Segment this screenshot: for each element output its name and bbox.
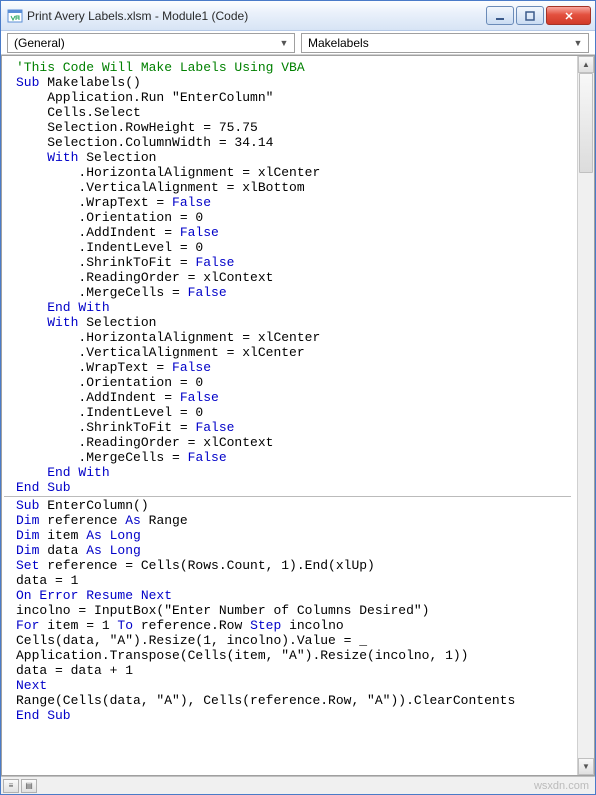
code-text: data = 1 xyxy=(16,573,78,588)
code-kw: False xyxy=(180,225,219,240)
full-module-view-button[interactable]: ▤ xyxy=(21,779,37,793)
code-text: Application.Transpose(Cells(item, "A").R… xyxy=(16,648,468,663)
code-kw: False xyxy=(172,195,211,210)
code-kw: For xyxy=(16,618,39,633)
close-button[interactable] xyxy=(546,6,591,25)
code-text: .WrapText = xyxy=(16,360,172,375)
scope-dropdown[interactable]: (General) ▼ xyxy=(7,33,295,53)
vba-module-icon xyxy=(7,8,23,24)
chevron-down-icon: ▼ xyxy=(276,35,292,51)
view-toggle-bar: ≡ ▤ xyxy=(1,776,595,794)
code-text: .ReadingOrder = xlContext xyxy=(16,270,273,285)
code-kw: Sub xyxy=(16,75,39,90)
minimize-button[interactable] xyxy=(486,6,514,25)
code-text: .AddIndent = xyxy=(16,390,180,405)
code-text: data = data + 1 xyxy=(16,663,133,678)
code-text: .HorizontalAlignment = xlCenter xyxy=(16,330,320,345)
code-text: reference = Cells(Rows.Count, 1).End(xlU… xyxy=(39,558,374,573)
code-kw: As Long xyxy=(86,543,141,558)
code-text: reference xyxy=(39,513,125,528)
scroll-up-button[interactable]: ▲ xyxy=(578,56,594,73)
code-text: item = 1 xyxy=(39,618,117,633)
code-text: .Orientation = 0 xyxy=(16,210,203,225)
code-kw: As Long xyxy=(86,528,141,543)
code-kw: Set xyxy=(16,558,39,573)
procedure-dropdown[interactable]: Makelabels ▼ xyxy=(301,33,589,53)
vertical-scrollbar[interactable]: ▲ ▼ xyxy=(577,56,594,775)
scope-dropdown-value: (General) xyxy=(14,36,65,50)
code-editor[interactable]: 'This Code Will Make Labels Using VBA Su… xyxy=(2,56,577,775)
code-text: .WrapText = xyxy=(16,195,172,210)
window-controls xyxy=(486,6,591,25)
code-kw: False xyxy=(172,360,211,375)
code-kw: Next xyxy=(16,678,47,693)
procedure-dropdown-value: Makelabels xyxy=(308,36,369,50)
chevron-down-icon: ▼ xyxy=(570,35,586,51)
code-text: .IndentLevel = 0 xyxy=(16,405,203,420)
code-kw: False xyxy=(195,255,234,270)
code-kw: False xyxy=(188,285,227,300)
code-text: .ReadingOrder = xlContext xyxy=(16,435,273,450)
code-text: Cells(data, "A").Resize(1, incolno).Valu… xyxy=(16,633,367,648)
code-kw: With xyxy=(16,150,78,165)
code-kw: False xyxy=(188,450,227,465)
code-kw: Dim xyxy=(16,543,39,558)
code-text: incolno xyxy=(281,618,343,633)
code-kw: Sub xyxy=(16,498,39,513)
code-text: .HorizontalAlignment = xlCenter xyxy=(16,165,320,180)
code-editor-wrap: 'This Code Will Make Labels Using VBA Su… xyxy=(1,55,595,776)
code-text: .ShrinkToFit = xyxy=(16,255,195,270)
code-kw: With xyxy=(16,315,78,330)
scroll-thumb[interactable] xyxy=(579,73,593,173)
code-kw: End Sub xyxy=(16,480,71,495)
code-kw: Dim xyxy=(16,528,39,543)
code-text: .MergeCells = xyxy=(16,450,188,465)
code-text: EnterColumn() xyxy=(39,498,148,513)
code-kw: Dim xyxy=(16,513,39,528)
code-text: reference.Row xyxy=(133,618,250,633)
code-kw: End With xyxy=(16,300,110,315)
maximize-button[interactable] xyxy=(516,6,544,25)
code-text: Selection xyxy=(78,150,156,165)
code-text: Range(Cells(data, "A"), Cells(reference.… xyxy=(16,693,515,708)
code-text: .Orientation = 0 xyxy=(16,375,203,390)
code-text: Application.Run "EnterColumn" xyxy=(16,90,273,105)
code-kw: False xyxy=(180,390,219,405)
code-kw: End With xyxy=(16,465,110,480)
code-text: item xyxy=(39,528,86,543)
code-text: Selection.ColumnWidth = 34.14 xyxy=(16,135,273,150)
code-text: incolno = InputBox("Enter Number of Colu… xyxy=(16,603,429,618)
code-text: .MergeCells = xyxy=(16,285,188,300)
code-kw: As xyxy=(125,513,141,528)
code-text: data xyxy=(39,543,86,558)
code-comment: 'This Code Will Make Labels Using VBA xyxy=(16,60,305,75)
code-kw: On Error Resume Next xyxy=(16,588,172,603)
code-text: Cells.Select xyxy=(16,105,141,120)
procedure-view-button[interactable]: ≡ xyxy=(3,779,19,793)
titlebar: Print Avery Labels.xlsm - Module1 (Code) xyxy=(1,1,595,31)
scroll-down-button[interactable]: ▼ xyxy=(578,758,594,775)
watermark-text: wsxdn.com xyxy=(534,780,589,792)
code-text: .IndentLevel = 0 xyxy=(16,240,203,255)
procedure-separator xyxy=(4,496,571,497)
code-kw: End Sub xyxy=(16,708,71,723)
code-text: .VerticalAlignment = xlCenter xyxy=(16,345,305,360)
code-text: .VerticalAlignment = xlBottom xyxy=(16,180,305,195)
code-kw: False xyxy=(195,420,234,435)
code-kw: Step xyxy=(250,618,281,633)
code-text: .ShrinkToFit = xyxy=(16,420,195,435)
code-kw: To xyxy=(117,618,133,633)
code-text: Makelabels() xyxy=(39,75,140,90)
code-text: Selection xyxy=(78,315,156,330)
scroll-track[interactable] xyxy=(578,73,594,758)
window-title: Print Avery Labels.xlsm - Module1 (Code) xyxy=(27,9,486,23)
code-text: .AddIndent = xyxy=(16,225,180,240)
code-dropdown-bar: (General) ▼ Makelabels ▼ xyxy=(1,31,595,55)
code-text: Range xyxy=(141,513,188,528)
code-text: Selection.RowHeight = 75.75 xyxy=(16,120,258,135)
